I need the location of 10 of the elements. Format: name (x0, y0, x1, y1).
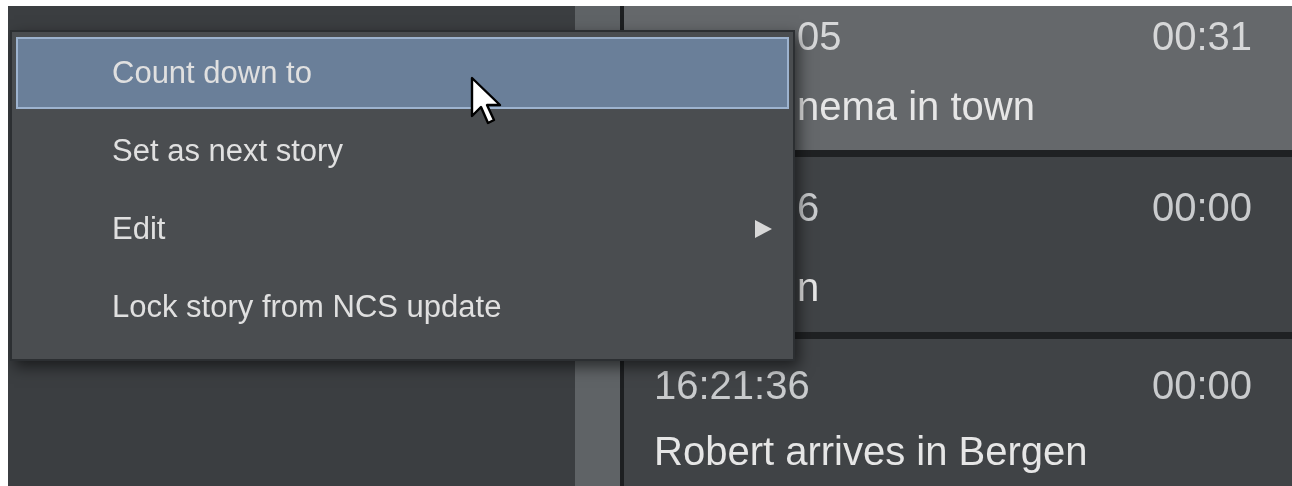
story-title: nema in town (797, 84, 1036, 128)
story-duration: 00:00 (1151, 185, 1252, 229)
story-title: n (797, 265, 821, 309)
story-duration: 00:31 (1151, 14, 1252, 58)
story-time: 6 (797, 185, 820, 229)
story-row[interactable]: 16:21:36 00:00 Robert arrives in Bergen (624, 339, 1292, 486)
story-time: 16:21:36 (654, 363, 810, 407)
story-title: Robert arrives in Bergen (654, 429, 1089, 473)
story-time: 05 (797, 14, 842, 58)
story-duration: 00:00 (1151, 363, 1252, 407)
